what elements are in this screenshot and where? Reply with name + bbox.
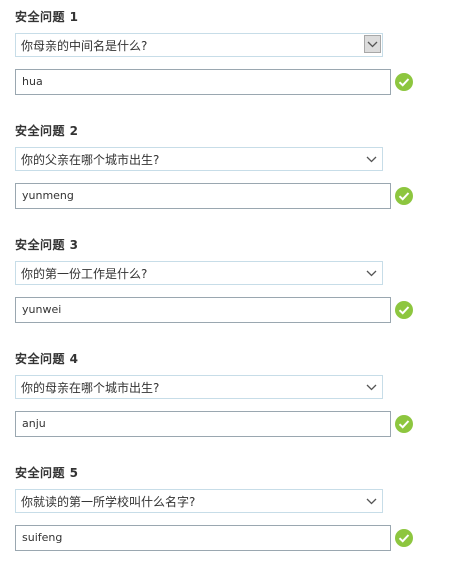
answer-input[interactable]: yunmeng [15, 183, 391, 209]
answer-input[interactable]: hua [15, 69, 391, 95]
selected-question: 你的第一份工作是什么? [21, 267, 148, 281]
answer-value: yunwei [22, 303, 62, 316]
security-question-label: 安全问题 5 [15, 466, 79, 480]
security-question-label: 安全问题 2 [15, 124, 79, 138]
selected-question: 你母亲的中间名是什么? [21, 39, 148, 53]
chevron-down-icon[interactable] [364, 35, 381, 53]
answer-input[interactable]: suifeng [15, 525, 391, 551]
security-question-select[interactable]: 你的母亲在哪个城市出生? [15, 375, 383, 399]
security-question-select[interactable]: 你的第一份工作是什么? [15, 261, 383, 285]
checkmark-icon [395, 301, 413, 319]
security-question-select[interactable]: 你母亲的中间名是什么? [15, 33, 383, 57]
security-question-1: 安全问题 1 你母亲的中间名是什么? hua [0, 0, 472, 110]
answer-input[interactable]: anju [15, 411, 391, 437]
selected-question: 你就读的第一所学校叫什么名字? [21, 495, 196, 509]
chevron-down-icon[interactable] [360, 490, 382, 512]
security-question-5: 安全问题 5 你就读的第一所学校叫什么名字? suifeng [0, 456, 472, 566]
selected-question: 你的母亲在哪个城市出生? [21, 381, 160, 395]
answer-value: suifeng [22, 531, 63, 544]
security-question-label: 安全问题 1 [15, 10, 79, 24]
security-question-label: 安全问题 3 [15, 238, 79, 252]
chevron-down-icon[interactable] [360, 262, 382, 284]
security-question-select[interactable]: 你就读的第一所学校叫什么名字? [15, 489, 383, 513]
answer-value: hua [22, 75, 43, 88]
chevron-down-icon[interactable] [360, 148, 382, 170]
answer-value: anju [22, 417, 46, 430]
answer-input[interactable]: yunwei [15, 297, 391, 323]
security-question-label: 安全问题 4 [15, 352, 79, 366]
checkmark-icon [395, 73, 413, 91]
answer-value: yunmeng [22, 189, 74, 202]
security-question-select[interactable]: 你的父亲在哪个城市出生? [15, 147, 383, 171]
security-question-4: 安全问题 4 你的母亲在哪个城市出生? anju [0, 342, 472, 452]
chevron-down-icon[interactable] [360, 376, 382, 398]
security-question-3: 安全问题 3 你的第一份工作是什么? yunwei [0, 228, 472, 338]
checkmark-icon [395, 415, 413, 433]
checkmark-icon [395, 529, 413, 547]
checkmark-icon [395, 187, 413, 205]
security-question-2: 安全问题 2 你的父亲在哪个城市出生? yunmeng [0, 114, 472, 224]
selected-question: 你的父亲在哪个城市出生? [21, 153, 160, 167]
